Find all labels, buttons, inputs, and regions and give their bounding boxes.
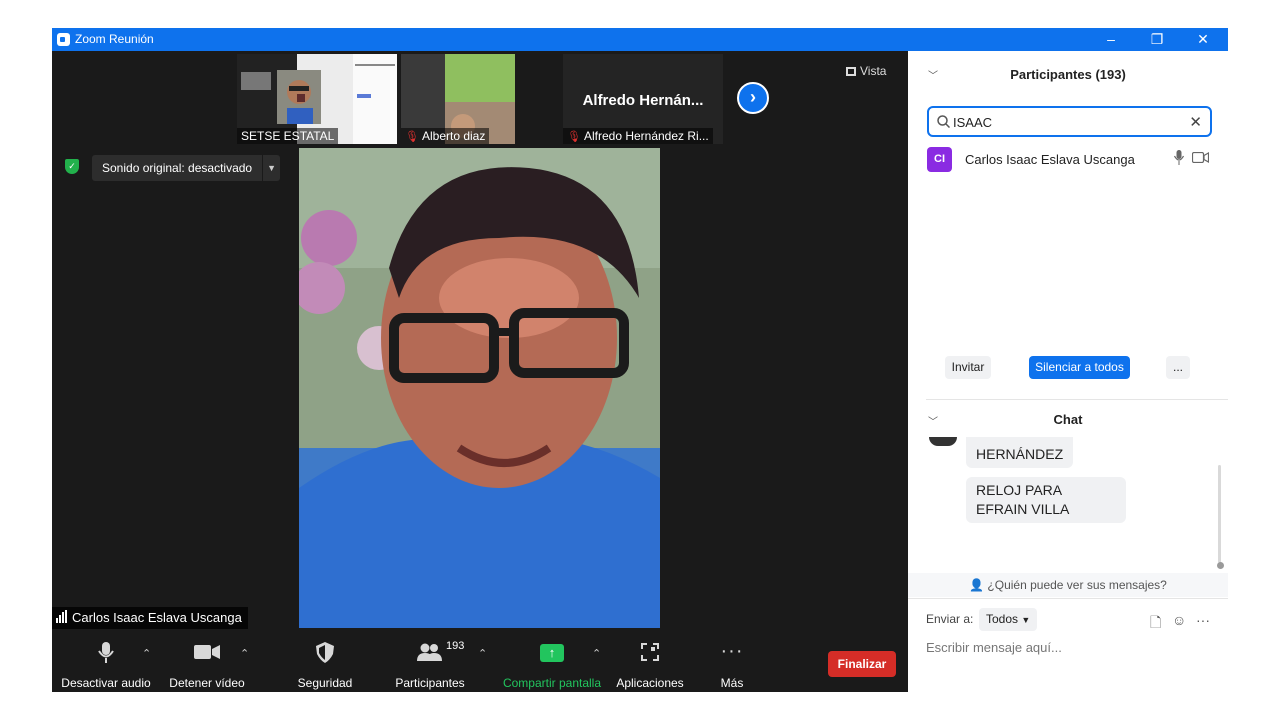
view-button[interactable]: Vista bbox=[846, 61, 900, 81]
meeting-stage: SETSE ESTATAL 🎙 Alberto diaz Alfredo Hern… bbox=[52, 51, 908, 692]
apps-button[interactable]: Aplicaciones bbox=[612, 638, 688, 692]
thumbnail-name: SETSE ESTATAL bbox=[237, 128, 339, 144]
chat-header: ﹀ Chat bbox=[908, 401, 1228, 435]
search-icon bbox=[937, 115, 950, 128]
mute-audio-button[interactable]: Desactivar audio bbox=[60, 638, 152, 692]
apps-icon bbox=[641, 643, 659, 661]
participant-search-input[interactable] bbox=[953, 113, 1183, 131]
video-camera-icon bbox=[1192, 152, 1209, 163]
participants-count-badge: 193 bbox=[446, 640, 465, 652]
clear-search-icon[interactable]: ✕ bbox=[1189, 113, 1202, 131]
side-panel: ﹀ Participantes (193) ✕ CI Carlos Isaac … bbox=[908, 51, 1228, 692]
active-speaker-label: Carlos Isaac Eslava Uscanga bbox=[52, 607, 248, 629]
participants-button[interactable]: 193 Participantes bbox=[390, 638, 470, 692]
more-button[interactable]: ··· Más bbox=[712, 638, 752, 692]
signal-strength-icon bbox=[56, 607, 68, 629]
more-options-button[interactable]: ... bbox=[1166, 356, 1190, 379]
apps-label: Aplicaciones bbox=[616, 676, 684, 690]
participants-options-caret-icon[interactable]: ⌃ bbox=[478, 647, 487, 660]
chat-message-text: HERNÁNDEZ bbox=[976, 446, 1064, 462]
shield-icon bbox=[316, 642, 334, 663]
security-label: Seguridad bbox=[297, 676, 353, 690]
video-camera-icon bbox=[194, 645, 220, 659]
meeting-toolbar: Desactivar audio ⌃ Detener vídeo ⌃ Segur… bbox=[52, 638, 908, 692]
thumbnail-alberto-diaz[interactable]: 🎙 Alberto diaz bbox=[401, 54, 515, 144]
thumbnail-name: Alberto diaz bbox=[421, 129, 486, 143]
chat-message-clipped bbox=[976, 437, 1063, 445]
original-sound-button[interactable]: Sonido original: desactivado ▼ bbox=[92, 155, 281, 181]
participants-title: Participantes (193) bbox=[1010, 67, 1126, 82]
chat-message-text: RELOJ PARA EFRAIN VILLA bbox=[976, 482, 1070, 517]
title-bar: Zoom Reunión – ❐ ✕ bbox=[52, 28, 1228, 51]
chat-scrollbar[interactable] bbox=[1218, 465, 1221, 563]
active-speaker-video bbox=[299, 148, 660, 628]
muted-mic-icon: 🎙 bbox=[405, 131, 419, 143]
thumbnail-setse-estatal[interactable]: SETSE ESTATAL bbox=[237, 54, 397, 144]
mute-audio-label: Desactivar audio bbox=[61, 676, 151, 690]
thumbnail-label: 🎙 Alfredo Hernández Ri... bbox=[563, 128, 713, 144]
invite-button[interactable]: Invitar bbox=[945, 356, 991, 379]
chat-message: RELOJ PARA EFRAIN VILLA bbox=[966, 477, 1126, 523]
who-can-see-label: ¿Quién puede ver sus mensajes? bbox=[987, 578, 1167, 592]
panel-divider bbox=[926, 399, 1228, 400]
chat-messages: HERNÁNDEZ RELOJ PARA EFRAIN VILLA bbox=[908, 437, 1228, 543]
microphone-icon bbox=[1174, 150, 1184, 165]
more-dots-icon[interactable]: ··· bbox=[1196, 612, 1210, 628]
chat-message-input[interactable]: Escribir mensaje aquí... bbox=[926, 640, 1062, 655]
next-page-button[interactable]: › bbox=[737, 82, 769, 114]
panel-divider bbox=[908, 598, 1228, 599]
emoji-icon[interactable]: ☺ bbox=[1172, 612, 1186, 628]
share-arrow-icon: ↑ bbox=[540, 644, 564, 662]
people-icon bbox=[417, 643, 442, 661]
security-button[interactable]: Seguridad bbox=[290, 638, 360, 692]
person-lock-icon: 👤 bbox=[969, 578, 985, 592]
speaker-video-frame bbox=[299, 148, 660, 628]
microphone-icon bbox=[98, 642, 114, 663]
thumbnail-name: Alfredo Hernández Ri... bbox=[583, 129, 709, 143]
zoom-app-icon bbox=[57, 33, 70, 46]
video-options-caret-icon[interactable]: ⌃ bbox=[240, 647, 249, 660]
participant-search-field[interactable]: ✕ bbox=[927, 106, 1212, 137]
stop-video-label: Detener vídeo bbox=[169, 676, 245, 690]
restore-button[interactable]: ❐ bbox=[1134, 28, 1180, 51]
stop-video-button[interactable]: Detener vídeo bbox=[162, 638, 252, 692]
chat-title: Chat bbox=[1053, 412, 1083, 427]
zoom-window: Zoom Reunión – ❐ ✕ SETSE ESTATAL 🎙 Alber… bbox=[52, 28, 1228, 692]
send-to-label: Enviar a: bbox=[926, 612, 974, 626]
avatar bbox=[929, 437, 957, 446]
avatar: CI bbox=[927, 147, 952, 172]
participant-row[interactable]: CI Carlos Isaac Eslava Uscanga bbox=[927, 147, 1212, 175]
file-icon[interactable]: 🗋 bbox=[1150, 612, 1161, 636]
chevron-down-icon[interactable]: ▼ bbox=[262, 155, 280, 181]
minimize-button[interactable]: – bbox=[1088, 28, 1134, 51]
participant-name: Carlos Isaac Eslava Uscanga bbox=[965, 152, 1135, 167]
mute-all-button[interactable]: Silenciar a todos bbox=[1029, 356, 1130, 379]
chat-scroll-thumb[interactable] bbox=[1217, 562, 1224, 569]
participants-label: Participantes bbox=[395, 676, 465, 690]
window-title: Zoom Reunión bbox=[75, 32, 154, 46]
participants-header: ﹀ Participantes (193) bbox=[908, 51, 1228, 95]
thumbnail-alfredo-hernandez[interactable]: Alfredo Hernán... 🎙 Alfredo Hernández Ri.… bbox=[563, 54, 723, 144]
grid-icon bbox=[846, 67, 856, 76]
share-screen-label: Compartir pantalla bbox=[502, 676, 602, 690]
chevron-down-icon: ▼ bbox=[1021, 615, 1031, 625]
send-to-dropdown[interactable]: Todos ▼ bbox=[979, 608, 1038, 631]
close-button[interactable]: ✕ bbox=[1180, 28, 1226, 51]
share-options-caret-icon[interactable]: ⌃ bbox=[592, 647, 601, 660]
who-can-see-messages-link[interactable]: 👤 ¿Quién puede ver sus mensajes? bbox=[908, 573, 1228, 597]
view-label: Vista bbox=[860, 64, 887, 78]
thumbnail-label: 🎙 Alberto diaz bbox=[401, 128, 490, 144]
muted-mic-icon: 🎙 bbox=[567, 131, 581, 143]
more-label: Más bbox=[720, 676, 744, 690]
participant-big-name: Alfredo Hernán... bbox=[582, 92, 704, 109]
chat-message: HERNÁNDEZ bbox=[966, 437, 1074, 468]
send-to-value: Todos bbox=[986, 612, 1019, 626]
share-screen-button[interactable]: ↑ Compartir pantalla bbox=[500, 638, 604, 692]
end-meeting-button[interactable]: Finalizar bbox=[828, 651, 896, 677]
encryption-shield-icon[interactable]: ✓ bbox=[65, 159, 79, 174]
audio-options-caret-icon[interactable]: ⌃ bbox=[142, 647, 151, 660]
more-dots-icon: ··· bbox=[720, 640, 744, 662]
original-sound-label: Sonido original: desactivado bbox=[102, 161, 253, 175]
active-speaker-name: Carlos Isaac Eslava Uscanga bbox=[72, 610, 242, 625]
